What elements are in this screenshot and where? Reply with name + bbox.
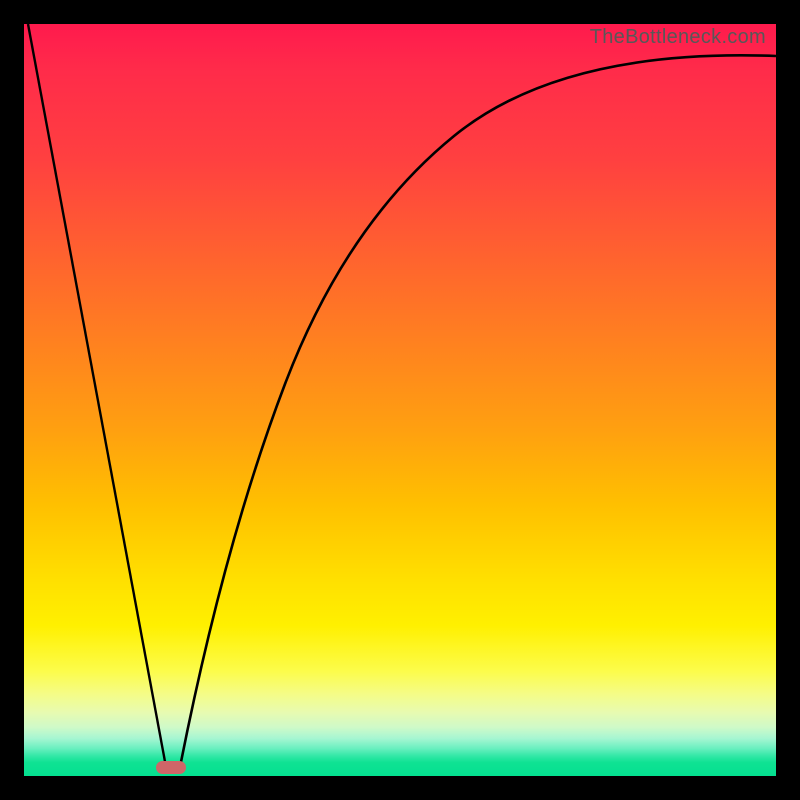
optimum-marker — [156, 761, 186, 774]
curve-left-descent — [28, 24, 166, 767]
curve-right-rise — [180, 55, 776, 767]
plot-area: TheBottleneck.com — [24, 24, 776, 776]
chart-frame: TheBottleneck.com — [0, 0, 800, 800]
bottleneck-curve — [24, 24, 776, 776]
watermark-text: TheBottleneck.com — [590, 26, 766, 49]
